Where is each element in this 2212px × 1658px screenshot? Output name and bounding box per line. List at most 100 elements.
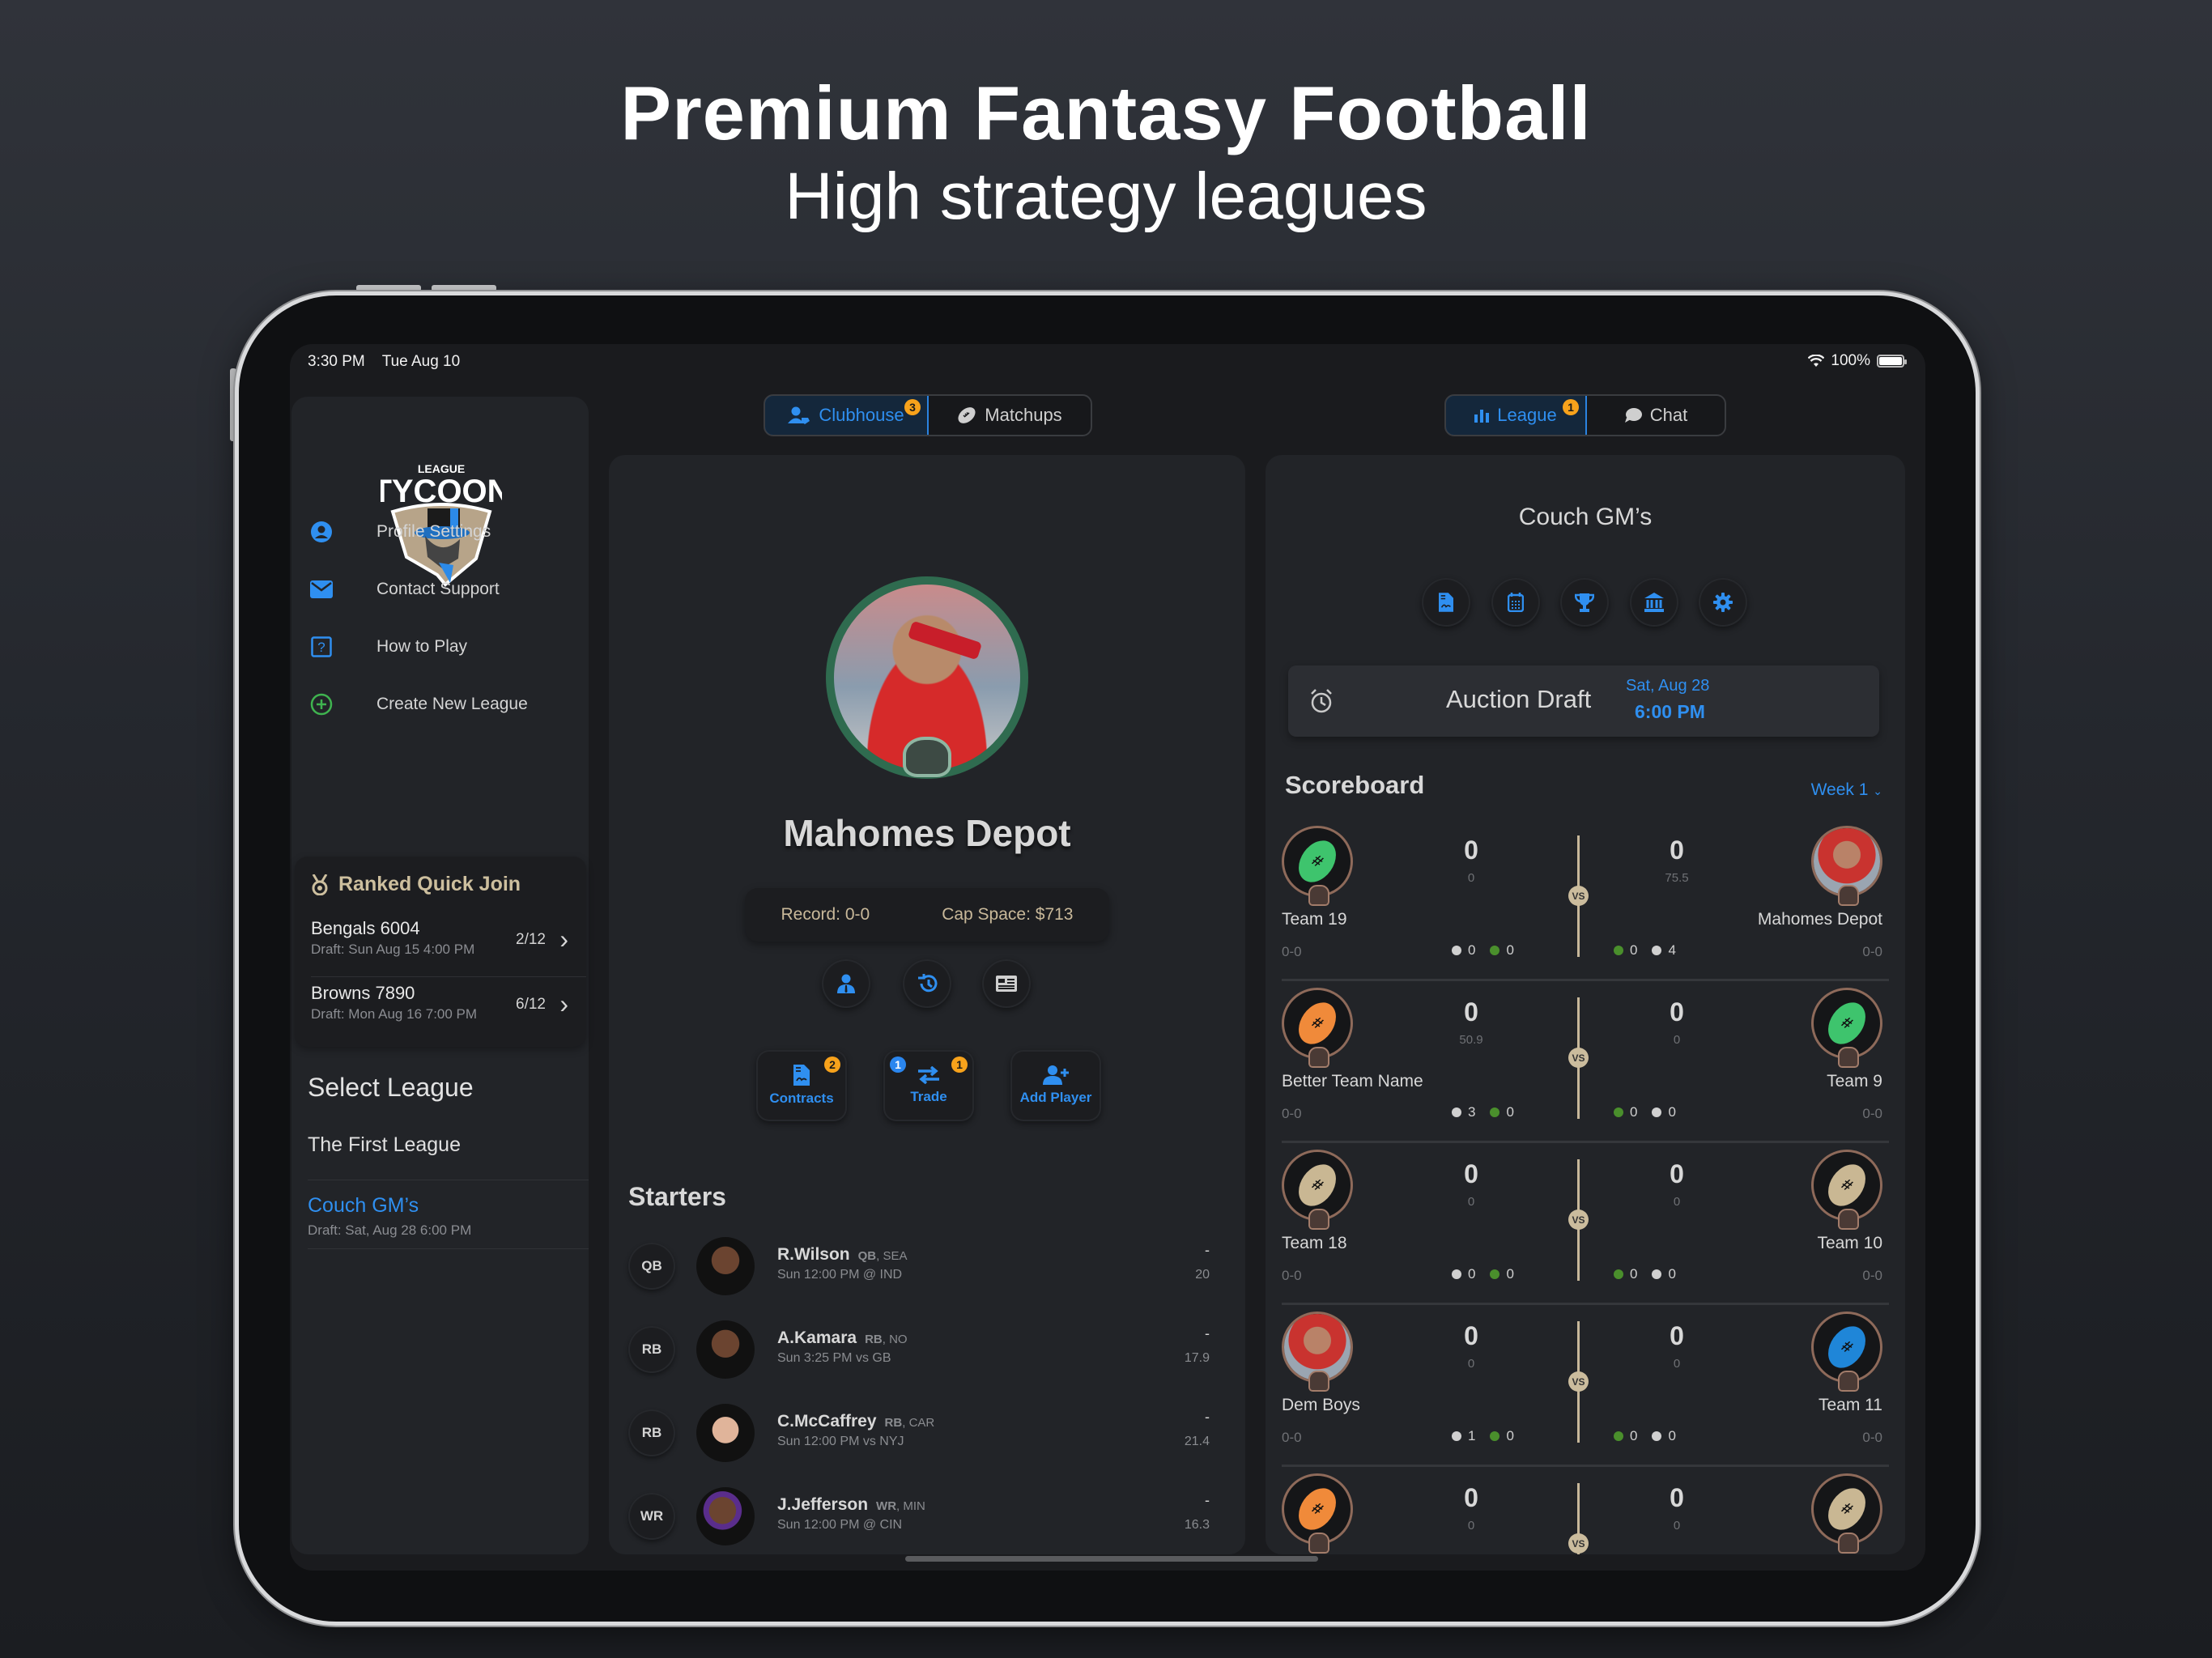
notification-badge: 2 (824, 1056, 840, 1073)
tab-matchups[interactable]: Matchups (929, 396, 1091, 435)
matchup-row[interactable]: #0 0 VS 0 0 # (1282, 1467, 1889, 1554)
football-icon: # (1820, 995, 1874, 1052)
team-avatar[interactable]: # (1282, 988, 1353, 1068)
add-player-button[interactable]: Add Player (1010, 1050, 1101, 1121)
history-button[interactable] (903, 959, 951, 1008)
football-icon: # (1820, 1157, 1874, 1214)
person-circle-icon (309, 520, 334, 544)
starter-row[interactable]: RB A.Kamara RB, NO Sun 3:25 PM vs GB - 17… (609, 1314, 1245, 1387)
starter-row[interactable]: RB C.McCaffrey RB, CAR Sun 12:00 PM vs NY… (609, 1397, 1245, 1470)
team-avatar[interactable]: # (1811, 1150, 1882, 1230)
contract-icon (793, 1065, 810, 1086)
player-name: A.Kamara RB, NO (777, 1329, 908, 1347)
team-avatar[interactable]: # (1811, 1312, 1882, 1392)
team-score-right: 0 (1670, 997, 1684, 1027)
team-record-right: 0-0 (1862, 1268, 1882, 1283)
league-item-the-first-league[interactable]: The First League (291, 1125, 589, 1174)
team-score-right: 0 (1670, 1159, 1684, 1188)
player-game: Sun 3:25 PM vs GB (777, 1351, 891, 1365)
league-draft: Draft: Sat, Aug 28 6:00 PM (308, 1222, 472, 1238)
team-avatar[interactable] (1282, 1312, 1353, 1392)
team-avatar[interactable]: # (1811, 988, 1882, 1068)
standings-button[interactable] (1560, 578, 1609, 627)
tab-clubhouse[interactable]: Clubhouse 3 (765, 396, 929, 435)
quick-join-draft: Draft: Sun Aug 15 4:00 PM (311, 942, 475, 957)
menu-create-new-league[interactable]: Create New League (291, 684, 589, 725)
team-summary: Record: 0-0 Cap Space: $713 (745, 888, 1109, 942)
matchup-row[interactable]: Dem Boys 0-0 0 0 1 0 VS 0 0 0 0 # Team 11 0-0 (1282, 1305, 1889, 1467)
team-name-left: Dem Boys (1282, 1396, 1360, 1414)
quick-join-item[interactable]: Browns 7890 Draft: Mon Aug 16 7:00 PM 6/… (295, 976, 586, 1039)
trade-button[interactable]: Trade 1 1 (883, 1050, 974, 1121)
gray-dot-icon (1452, 1431, 1461, 1441)
team-avatar[interactable]: # (1282, 826, 1353, 906)
player-score: - (1205, 1242, 1210, 1258)
team-avatar[interactable] (826, 576, 1028, 779)
team-avatar[interactable]: # (1282, 1473, 1353, 1554)
league-contracts-button[interactable] (1422, 578, 1470, 627)
trade-arrows-icon (918, 1066, 939, 1084)
team-score-right: 0 (1670, 1321, 1684, 1350)
tab-chat[interactable]: Chat (1587, 396, 1725, 435)
notification-badge: 3 (904, 399, 921, 415)
starter-row[interactable]: QB R.Wilson QB, SEA Sun 12:00 PM @ IND - … (609, 1231, 1245, 1303)
team-score-left: 0 (1464, 997, 1478, 1027)
roster-status-left: 30 (1452, 1104, 1514, 1120)
contracts-button[interactable]: Contracts 2 (756, 1050, 847, 1121)
team-projection-right: 0 (1673, 1357, 1681, 1371)
home-indicator[interactable] (905, 1556, 1318, 1562)
menu-how-to-play[interactable]: ? How to Play (291, 627, 589, 667)
helmet-icon (1308, 1533, 1329, 1554)
player-name: R.Wilson QB, SEA (777, 1245, 908, 1264)
slot-badge: RB (628, 1326, 675, 1373)
week-selector[interactable]: Week 1 ⌄ (1811, 780, 1882, 800)
menu-contact-support[interactable]: Contact Support (291, 569, 589, 610)
clubhouse-matchups-tabs: Clubhouse 3 Matchups (764, 394, 1092, 436)
menu-label: Contact Support (376, 580, 500, 598)
matchup-row[interactable]: # Team 19 0-0 0 0 0 0 VS 0 75.5 0 4 Mahomes Depot 0-0 (1282, 819, 1889, 981)
ranked-quick-join-title: Ranked Quick Join (311, 873, 521, 896)
team-avatar[interactable]: # (1282, 1150, 1353, 1230)
divider (308, 1248, 589, 1249)
helmet-icon (1838, 885, 1859, 906)
vs-badge: VS (1568, 1371, 1589, 1392)
football-icon: # (1291, 995, 1344, 1052)
team-avatar[interactable]: # (1811, 1473, 1882, 1554)
green-dot-icon (1490, 1269, 1500, 1279)
starter-row[interactable]: WR J.Jefferson WR, MIN Sun 12:00 PM @ CIN… (609, 1481, 1245, 1554)
team-projection-right: 0 (1673, 1033, 1681, 1047)
battery-icon (1877, 355, 1907, 368)
league-settings-button[interactable] (1699, 578, 1747, 627)
team-name-right: Team 10 (1817, 1234, 1882, 1252)
slot-badge: WR (628, 1493, 675, 1540)
contract-icon (1439, 593, 1453, 612)
draft-time: 6:00 PM (1635, 701, 1705, 722)
question-square-icon: ? (309, 635, 334, 659)
manager-icon (837, 974, 855, 993)
matchup-row[interactable]: # Better Team Name 0-0 0 50.9 3 0 VS 0 0 0 0 # Team 9… (1282, 981, 1889, 1143)
league-item-couch-gms[interactable]: Couch GM’s Draft: Sat, Aug 28 6:00 PM (291, 1186, 589, 1247)
team-name-right: Team 11 (1819, 1396, 1882, 1414)
quick-join-item[interactable]: Bengals 6004 Draft: Sun Aug 15 4:00 PM 2… (295, 912, 586, 975)
finances-button[interactable] (1630, 578, 1678, 627)
alarm-clock-icon (1311, 689, 1332, 713)
schedule-button[interactable] (1491, 578, 1540, 627)
envelope-icon (309, 577, 334, 602)
manager-button[interactable] (822, 959, 870, 1008)
button-label: Trade (910, 1089, 947, 1104)
tab-label: Matchups (985, 405, 1062, 425)
team-projection-left: 0 (1467, 871, 1475, 885)
player-projection: 21.4 (1184, 1435, 1210, 1448)
tab-league[interactable]: League 1 (1446, 396, 1587, 435)
menu-profile-settings[interactable]: Profile Settings (291, 512, 589, 552)
draft-banner[interactable]: Auction Draft Sat, Aug 28 6:00 PM (1288, 665, 1879, 737)
news-button[interactable] (982, 959, 1031, 1008)
select-league-title: Select League (308, 1073, 474, 1102)
team-avatar[interactable] (1811, 826, 1882, 906)
roster-status-right: 00 (1614, 1104, 1676, 1120)
matchup-row[interactable]: # Team 18 0-0 0 0 0 0 VS 0 0 0 0 # Team 10 0-0 (1282, 1143, 1889, 1305)
notification-badge-blue: 1 (890, 1056, 906, 1073)
battery-percent: 100% (1831, 352, 1870, 369)
football-icon: # (1820, 1319, 1874, 1375)
player-photo (696, 1320, 755, 1379)
